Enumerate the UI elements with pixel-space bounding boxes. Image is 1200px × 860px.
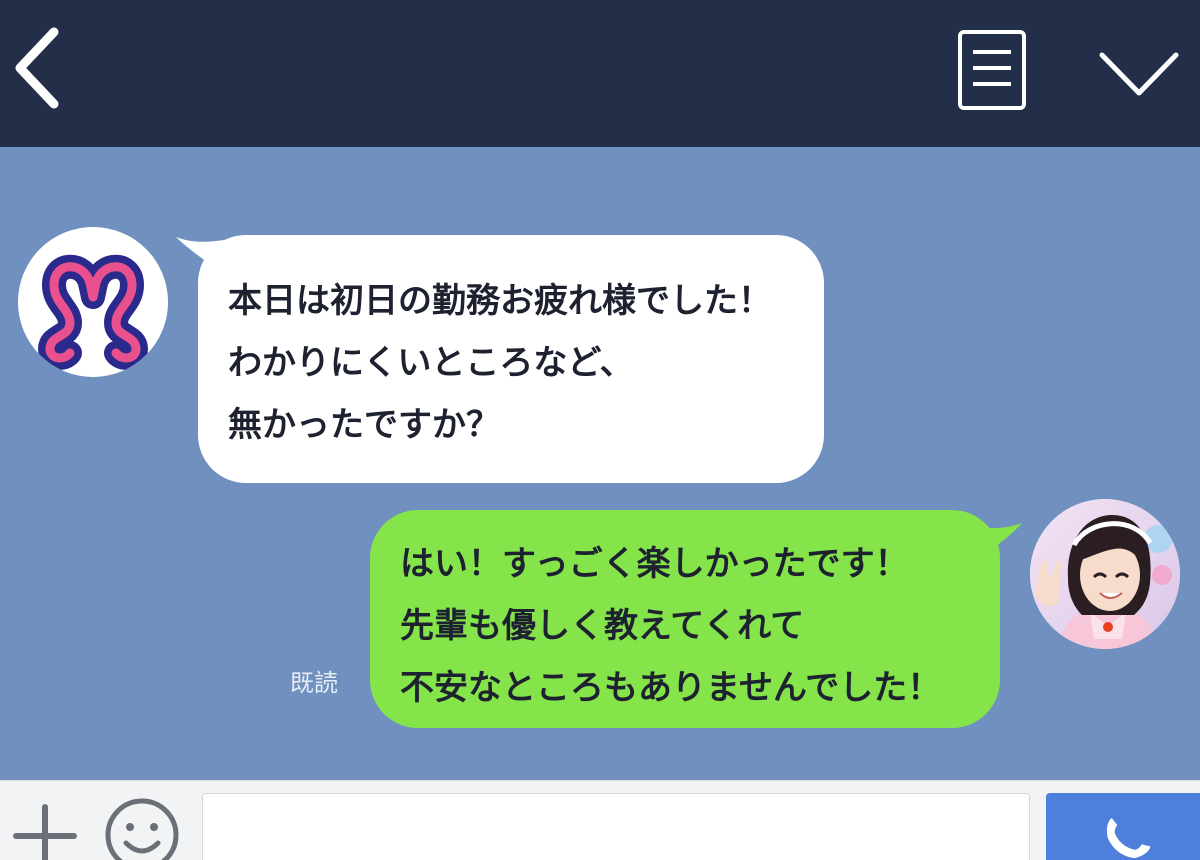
message-line: 無かったですか？: [228, 405, 500, 445]
smiley-icon: [105, 798, 179, 860]
notes-icon: [958, 30, 1026, 110]
message-line: 本日は初日の勤務お疲れ様でした！: [228, 281, 772, 321]
call-button[interactable]: [1046, 793, 1200, 860]
message-line: わかりにくいところなど、: [228, 343, 634, 383]
message-input-bar: [0, 780, 1200, 860]
menu-dropdown-button[interactable]: [1098, 45, 1180, 100]
sender-avatar[interactable]: [18, 227, 168, 377]
incoming-message-bubble[interactable]: 本日は初日の勤務お疲れ様でした！ わかりにくいところなど、 無かったですか？: [198, 235, 824, 483]
user-avatar-icon: [1030, 499, 1180, 649]
add-attachment-button[interactable]: [12, 803, 78, 860]
brand-logo-icon: [18, 227, 168, 377]
back-button[interactable]: [8, 22, 68, 112]
plus-icon: [13, 804, 77, 860]
message-line: はい！すっごく楽しかったです！: [400, 544, 909, 584]
chat-area[interactable]: 本日は初日の勤務お疲れ様でした！ わかりにくいところなど、 無かったですか？ 既…: [0, 147, 1200, 780]
message-input[interactable]: [202, 793, 1030, 860]
message-line: 不安なところもありませんでした！: [400, 668, 942, 708]
phone-icon: [1106, 817, 1151, 859]
chat-header: [0, 0, 1200, 147]
read-receipt: 既読: [290, 669, 338, 697]
emoji-button[interactable]: [102, 795, 182, 860]
chevron-down-icon: [1099, 52, 1179, 96]
notes-button[interactable]: [957, 30, 1027, 110]
outgoing-message-bubble[interactable]: はい！すっごく楽しかったです！ 先輩も優しく教えてくれて 不安なところもありませ…: [370, 510, 1000, 728]
chevron-left-icon: [15, 27, 59, 109]
message-line: 先輩も優しく教えてくれて: [400, 606, 805, 646]
user-avatar[interactable]: [1030, 499, 1180, 649]
